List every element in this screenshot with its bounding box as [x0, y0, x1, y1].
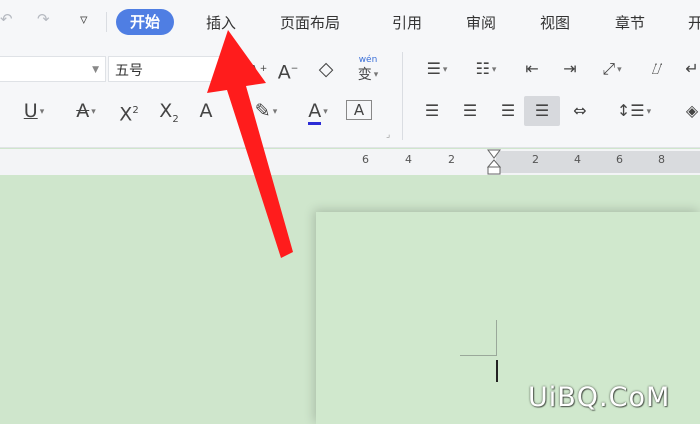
tab-home[interactable]: 开始 [116, 9, 175, 35]
font-size-value: 五号 [115, 63, 143, 79]
decrease-indent-icon[interactable]: ⇤ [518, 58, 546, 80]
underline-icon[interactable]: U ▾ [14, 100, 54, 122]
menu-tab-bar: ↶ ↷ ▿ 开始 插入 页面布局 引用 审阅 视图 章节 开 [0, 0, 700, 44]
ruler-tick: 2 [532, 153, 539, 166]
tab-insert[interactable]: 插入 [206, 11, 236, 35]
home-ribbon: ▼ 五号 A+ A− ◇ wén 变 ▾ ☰ ▾ ☷ ▾ ⇤ ⇥ ⤢ ▾ ⌰ ↵ U ▾ A… [0, 44, 700, 148]
decrease-font-size-icon[interactable]: A− [276, 58, 300, 83]
justify-icon[interactable]: ☰ [524, 96, 560, 126]
pinyin-label: wén [358, 55, 378, 65]
tab-view[interactable]: 视图 [540, 11, 570, 35]
tab-developer[interactable]: 开 [688, 11, 700, 35]
show-hide-marks-icon[interactable]: ⌰ [644, 58, 670, 80]
wps-writer-window: ↶ ↷ ▿ 开始 插入 页面布局 引用 审阅 视图 章节 开 ▼ 五号 A+ A… [0, 0, 700, 424]
tab-page-layout[interactable]: 页面布局 [280, 11, 340, 35]
subscript-icon[interactable]: X2 [154, 100, 184, 125]
indent-marker-icon[interactable] [487, 149, 501, 175]
font-size-select[interactable]: 五号 [108, 56, 224, 82]
ruler-tick: 4 [574, 153, 581, 166]
text-effect-icon[interactable]: A [194, 100, 218, 122]
ruler-text-area [496, 151, 700, 173]
clear-format-icon[interactable]: ◇ [313, 58, 339, 80]
increase-font-size-icon[interactable]: A+ [246, 58, 268, 83]
chevron-down-icon: ▼ [92, 65, 99, 75]
tab-review[interactable]: 审阅 [466, 11, 496, 35]
undo-icon[interactable]: ↶ [0, 10, 13, 28]
shading-icon[interactable]: ◈ [680, 100, 700, 122]
font-dialog-launcher-icon[interactable]: ⌟ [386, 130, 390, 140]
redo-icon[interactable]: ↷ [37, 10, 50, 28]
superscript-icon[interactable]: X2 [114, 100, 144, 125]
numbered-list-icon[interactable]: ☷ ▾ [466, 58, 506, 80]
strikethrough-icon[interactable]: A ▾ [64, 100, 108, 122]
align-right-icon[interactable]: ☰ [494, 100, 522, 122]
align-left-icon[interactable]: ☰ [418, 100, 446, 122]
font-color-icon[interactable]: A ▾ [298, 100, 338, 125]
sort-icon[interactable]: ↵ [680, 58, 700, 80]
increase-indent-icon[interactable]: ⇥ [556, 58, 584, 80]
ruler-tick: 8 [658, 153, 665, 166]
margin-corner-mark [460, 355, 497, 356]
horizontal-ruler: 6 4 2 2 4 6 8 [0, 149, 700, 175]
distributed-align-icon[interactable]: ⇔ [566, 100, 594, 122]
line-spacing-icon[interactable]: ↕☰ ▾ [612, 100, 656, 122]
tab-references[interactable]: 引用 [392, 11, 422, 35]
text-caret [496, 360, 498, 382]
character-border-icon[interactable]: A [346, 100, 372, 120]
chinese-layout-icon[interactable]: ⤢ ▾ [592, 58, 632, 80]
ruler-tick: 4 [405, 153, 412, 166]
margin-corner-mark [496, 320, 497, 356]
ruler-tick: 6 [616, 153, 623, 166]
pinyin-guide-icon[interactable]: wén 变 ▾ [348, 55, 388, 84]
tabbar-divider [106, 12, 107, 32]
ribbon-divider [402, 52, 403, 140]
ruler-tick: 6 [362, 153, 369, 166]
ruler-tick: 2 [448, 153, 455, 166]
bullet-list-icon[interactable]: ☰ ▾ [418, 58, 456, 80]
customize-quick-access-icon[interactable]: ▿ [80, 10, 88, 28]
font-family-select[interactable]: ▼ [0, 56, 106, 82]
watermark: UiBQ.CoM [528, 382, 671, 413]
tab-section[interactable]: 章节 [615, 11, 645, 35]
highlight-icon[interactable]: ✎ ▾ [248, 100, 284, 122]
align-center-icon[interactable]: ☰ [456, 100, 484, 122]
